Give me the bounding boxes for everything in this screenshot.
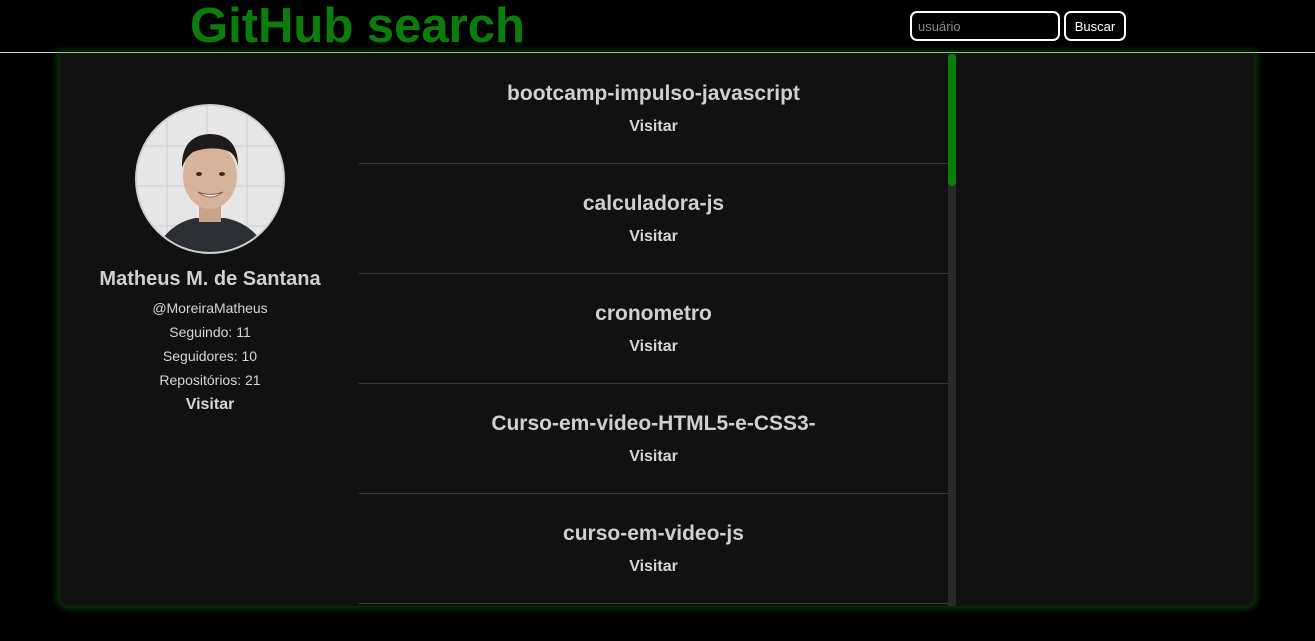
repo-visit-link[interactable]: Visitar (359, 558, 948, 576)
profile-following-count: Seguindo: 11 (169, 324, 251, 340)
repo-name: calculadora-js (582, 192, 725, 215)
repo-item: Curso-em-video-HTML5-e-CSS3- Visitar (359, 384, 948, 494)
search-button[interactable]: Buscar (1064, 11, 1126, 41)
repo-visit-link[interactable]: Visitar (359, 228, 948, 246)
profile-repositories-count: Repositórios: 21 (159, 372, 261, 388)
repo-visit-link[interactable]: Visitar (359, 338, 948, 356)
profile-card: Matheus M. de Santana @MoreiraMatheus Se… (60, 54, 360, 606)
repo-list-scrollbar[interactable] (948, 54, 956, 606)
repo-item: calculadora-js Visitar (359, 164, 948, 274)
repo-visit-link[interactable]: Visitar (359, 118, 948, 136)
profile-login: @MoreiraMatheus (152, 300, 268, 316)
repo-name: cronometro (595, 302, 712, 325)
repo-name: bootcamp-impulso-javascript (507, 82, 800, 105)
profile-followers-count: Seguidores: 10 (162, 348, 258, 364)
scrollbar-thumb[interactable] (948, 54, 956, 186)
main-panel: Matheus M. de Santana @MoreiraMatheus Se… (60, 54, 1254, 606)
repo-name: curso-em-video-js (563, 522, 744, 545)
header-bar: GitHub search Buscar (0, 0, 1315, 53)
repo-list[interactable]: bootcamp-impulso-javascript Visitar calc… (359, 54, 956, 606)
repo-name: Curso-em-video-HTML5-e-CSS3- (491, 412, 816, 435)
repo-visit-link[interactable]: Visitar (359, 448, 948, 466)
profile-name: Matheus M. de Santana (99, 268, 321, 290)
repo-item: cronometro Visitar (359, 274, 948, 384)
search-input[interactable] (910, 11, 1060, 41)
repo-item: bootcamp-impulso-javascript Visitar (359, 54, 948, 164)
avatar-image (137, 106, 283, 252)
profile-visit-link[interactable]: Visitar (60, 396, 360, 414)
app-title: GitHub search (190, 0, 525, 53)
avatar (135, 104, 285, 254)
repo-item: curso-em-video-js Visitar (359, 494, 948, 604)
